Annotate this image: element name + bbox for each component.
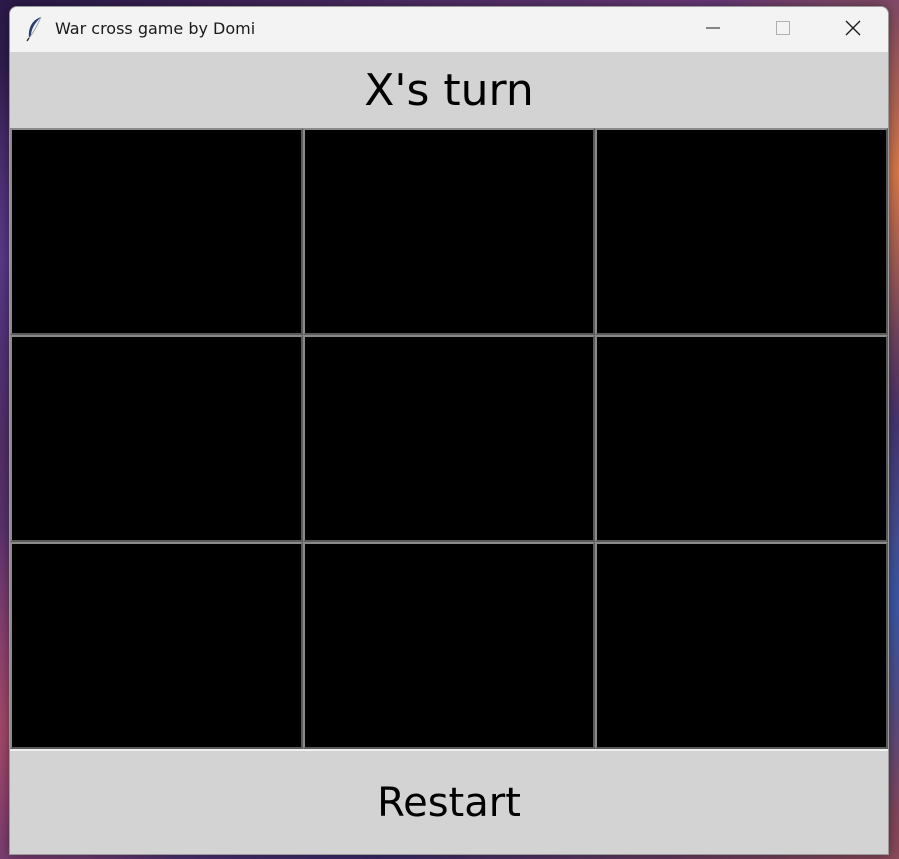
maximize-button[interactable] (748, 7, 818, 52)
restart-button[interactable]: Restart (10, 749, 888, 854)
cell-0-2[interactable] (595, 128, 888, 335)
feather-icon (24, 16, 46, 42)
title-bar[interactable]: War cross game by Domi (10, 7, 888, 52)
cell-1-2[interactable] (595, 335, 888, 542)
window-title: War cross game by Domi (55, 19, 256, 38)
maximize-icon (775, 20, 791, 40)
cell-2-0[interactable] (10, 542, 303, 749)
cell-0-1[interactable] (303, 128, 595, 335)
cell-2-1[interactable] (303, 542, 595, 749)
minimize-icon (705, 20, 721, 40)
cell-2-2[interactable] (595, 542, 888, 749)
turn-label: X's turn (10, 52, 888, 128)
close-button[interactable] (818, 7, 888, 52)
cell-1-0[interactable] (10, 335, 303, 542)
game-board (10, 128, 888, 749)
app-window: War cross game by Domi X's turn Restart (9, 6, 889, 855)
cell-1-1[interactable] (303, 335, 595, 542)
cell-0-0[interactable] (10, 128, 303, 335)
close-icon (844, 19, 862, 41)
minimize-button[interactable] (678, 7, 748, 52)
